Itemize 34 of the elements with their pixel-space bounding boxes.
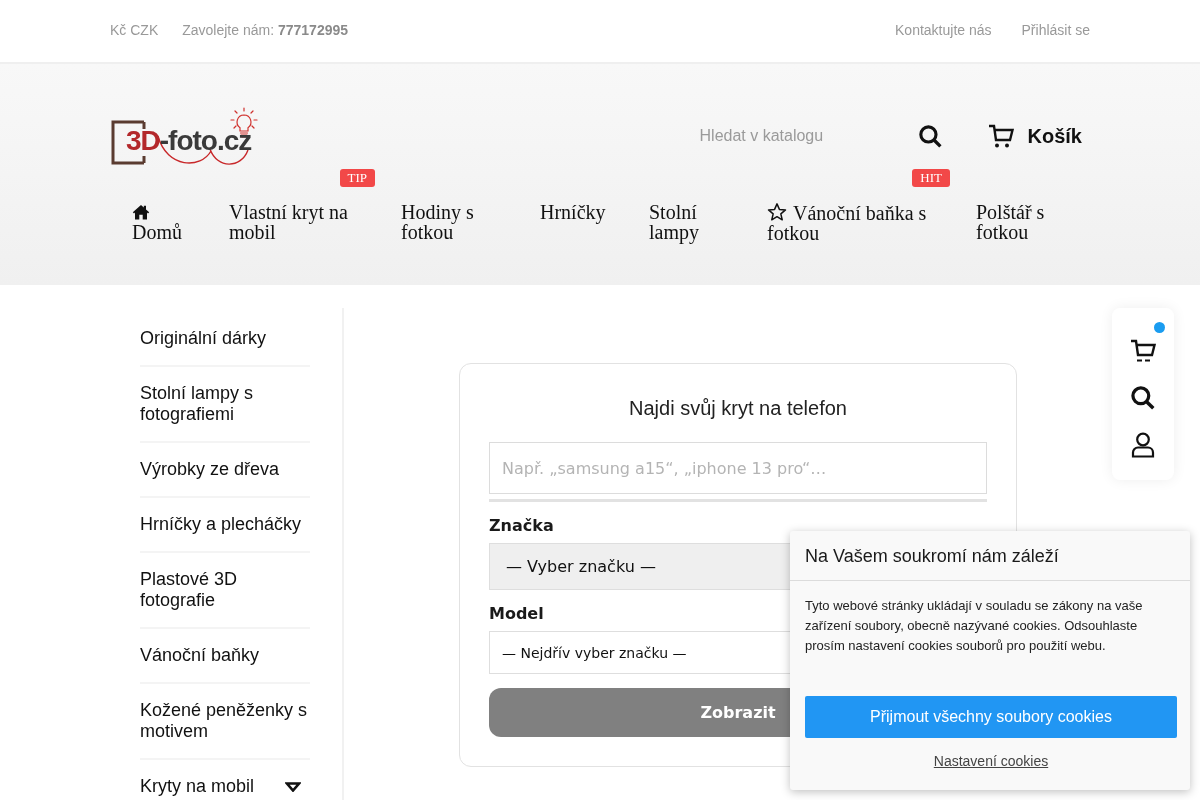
nav-link[interactable]: Stolní lampy xyxy=(649,202,745,242)
nav-link[interactable]: Vlastní kryt na mobil xyxy=(229,202,379,242)
sidebar-item[interactable]: Kryty na mobil xyxy=(140,760,310,800)
cookie-settings-link[interactable]: Nastavení cookies xyxy=(933,753,1049,769)
cart-link[interactable]: Košík xyxy=(987,123,1082,149)
cart-icon[interactable] xyxy=(1130,338,1156,364)
cart-icon xyxy=(987,123,1014,149)
sidebar-item[interactable]: Výrobky ze dřeva xyxy=(140,443,310,498)
field-label: Značka xyxy=(489,516,554,536)
search-icon[interactable] xyxy=(917,123,943,149)
nav-link[interactable]: Domů xyxy=(132,204,207,242)
caret-icon[interactable] xyxy=(285,781,301,792)
sidebar-item[interactable]: Kožené peněženky s motivem xyxy=(140,684,310,760)
nav-badge: TIP xyxy=(339,169,375,187)
search-icon[interactable] xyxy=(1130,385,1156,411)
user-icon[interactable] xyxy=(1130,432,1156,458)
nav-link[interactable]: Polštář s fotkou xyxy=(976,202,1090,242)
sidebar-item[interactable]: Plastové 3D fotografie xyxy=(140,553,310,629)
search-field[interactable]: Hledat v katalogu xyxy=(699,124,905,148)
sidebar-item[interactable]: Originální dárky xyxy=(140,312,310,367)
sidebar-item[interactable]: Stolní lampy s fotografiemi xyxy=(140,367,310,443)
sidebar-item[interactable]: Hrníčky a plecháčky xyxy=(140,498,310,553)
phone-contact: Zavolejte nám: 777172995 xyxy=(182,22,349,38)
logo-text[interactable]: 3D-foto.cz xyxy=(126,125,252,157)
nav-link[interactable]: Hodiny s fotkou xyxy=(401,202,518,242)
sidebar-item[interactable]: Vánoční baňky xyxy=(140,629,310,684)
field-label: Model xyxy=(489,604,544,624)
star-icon xyxy=(767,202,787,222)
finder-title: Najdi svůj kryt na telefon xyxy=(628,396,848,420)
phone-search-field[interactable]: Např. „samsung a15“, „iphone 13 pro“… xyxy=(489,442,987,494)
nav-link[interactable]: Hrníčky xyxy=(540,202,627,222)
nav-link[interactable]: Vánoční baňka s fotkou xyxy=(767,202,954,243)
nav-badge: HIT xyxy=(912,169,950,187)
home-icon xyxy=(132,204,150,220)
